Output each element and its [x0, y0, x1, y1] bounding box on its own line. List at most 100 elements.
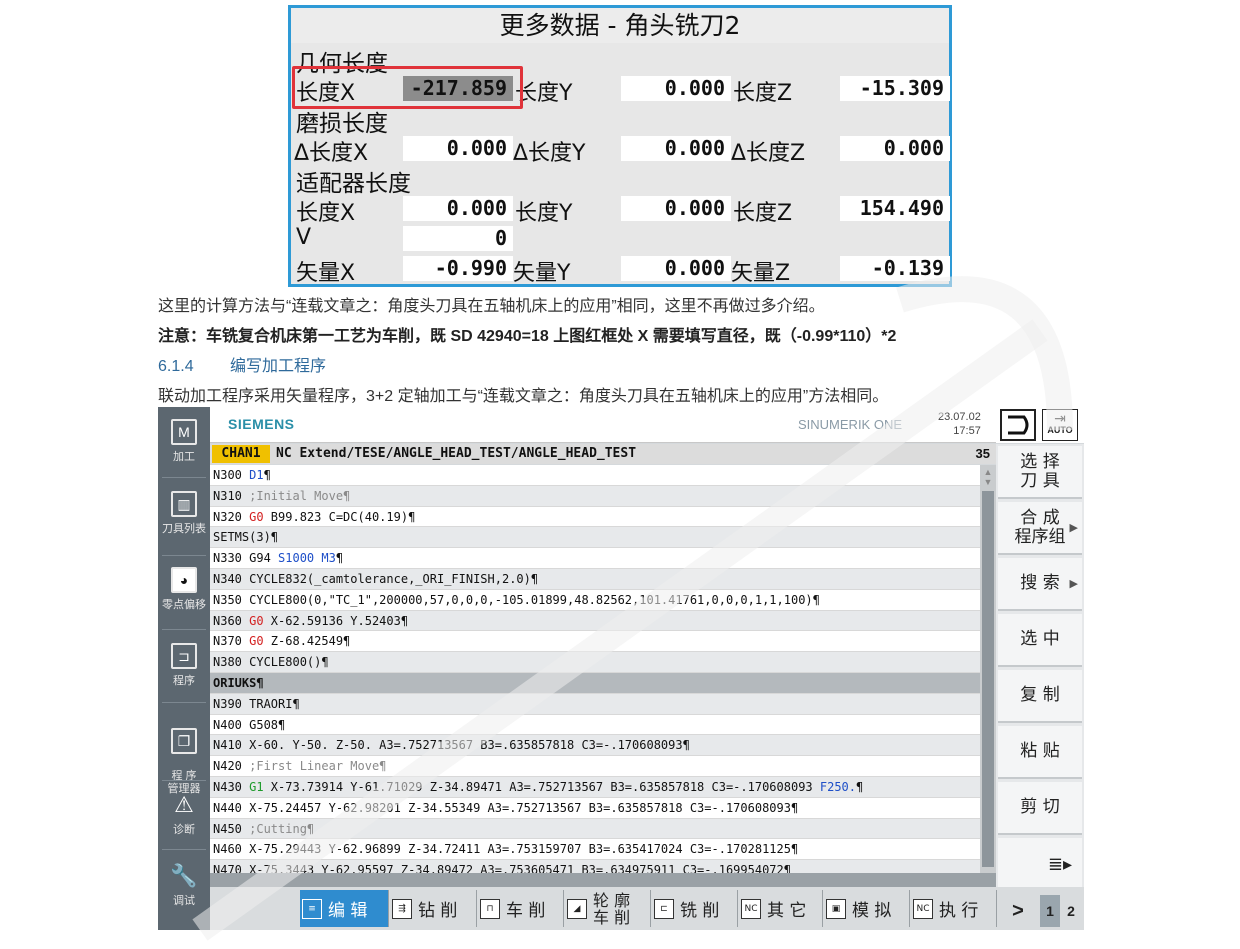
code-line[interactable]: N470 X-75.3443 Y-62.95597 Z-34.89472 A3=…	[210, 860, 980, 873]
adapter-row: 长度X 0.000 长度Y 0.000 长度Z 154.490	[291, 194, 950, 226]
softkey-turn[interactable]: ⊓ 车 削	[478, 890, 564, 927]
softkey-mark[interactable]: 选 中	[998, 614, 1082, 667]
code-token: N430	[213, 779, 250, 794]
code-line[interactable]: N360 G0 X-62.59136 Y.52403¶	[210, 610, 980, 632]
geometry-length-y-value[interactable]: 0.000	[621, 76, 731, 101]
nav-tool-list-label: 刀具列表	[162, 523, 206, 535]
code-token: N380 CYCLE800()¶	[213, 655, 329, 670]
nav-diagnostics[interactable]: ⚠ 诊断	[158, 792, 210, 837]
softkey-other[interactable]: NC 其 它	[739, 890, 823, 927]
softkey-execute-label: 执 行	[939, 901, 979, 921]
vector-x-label: 矢量X	[296, 261, 356, 286]
softkey-simulate[interactable]: ▣ 模 拟	[824, 890, 910, 927]
code-token: X-62.59136 Y.52403¶	[263, 613, 409, 628]
nav-machine-label: 加工	[173, 451, 195, 463]
more-softkeys-icon[interactable]: >	[1008, 895, 1028, 927]
paragraph-calc-method: 这里的计算方法与“连载文章之：角度头刀具在五轴机床上的应用”相同，这里不再做过多…	[158, 298, 825, 315]
softkey-select-tool[interactable]: 选 择 刀 具	[998, 446, 1082, 499]
softkey-more-icon[interactable]: ≣▸	[998, 838, 1082, 891]
code-token: ¶	[856, 779, 864, 794]
vertical-scrollbar[interactable]: ▲ ▼	[980, 465, 996, 873]
adapter-length-z-value[interactable]: 154.490	[840, 196, 950, 221]
left-nav: M 加工 ▥ 刀具列表 ◕ 零点偏移 ⊐ 程序 ❐ 程 序 管理器 ⚠ 诊断 🔧…	[158, 407, 210, 930]
softkey-drill[interactable]: ⇶ 钻 削	[390, 890, 477, 927]
work-offset-icon: ◕	[171, 567, 197, 593]
code-line[interactable]: N410 X-60. Y-50. Z-50. A3=.752713567 B3=…	[210, 735, 980, 757]
program-icon	[1008, 415, 1029, 435]
nav-machine[interactable]: M 加工	[158, 419, 210, 464]
code-line[interactable]: N380 CYCLE800()¶	[210, 652, 980, 673]
code-line[interactable]: N430 G1 X-73.73914 Y-61.71029 Z-34.89471…	[210, 776, 980, 798]
paragraph-note: 注意：车铣复合机床第一工艺为车削，既 SD 42940=18 上图红框处 X 需…	[158, 328, 897, 345]
softkey-cut[interactable]: 剪 切	[998, 782, 1082, 835]
code-token: N400 G508¶	[213, 717, 286, 732]
wear-length-z-value[interactable]: 0.000	[840, 136, 950, 161]
code-line[interactable]: N330 G94 S1000 M3¶	[210, 548, 980, 569]
product-name: SINUMERIK ONE	[798, 417, 903, 432]
code-line[interactable]: N440 X-75.24457 Y-62.98201 Z-34.55349 A3…	[210, 798, 980, 819]
vector-x-value[interactable]: -0.990	[403, 256, 513, 281]
softkey-search[interactable]: 搜 索 ▶	[998, 558, 1082, 611]
code-line[interactable]: ORIUKS¶	[210, 672, 980, 694]
geometry-length-z-value[interactable]: -15.309	[840, 76, 950, 101]
red-highlight-frame	[292, 66, 523, 109]
nav-commissioning[interactable]: 🔧 调试	[158, 863, 210, 908]
code-token: S1000	[278, 551, 315, 566]
code-line[interactable]: N320 G0 B99.823 C=DC(40.19)¶	[210, 507, 980, 528]
softkey-contour-turn-label: 轮 廓 车 削	[593, 890, 631, 927]
v-value[interactable]: 0	[403, 226, 513, 251]
code-line[interactable]: N350 CYCLE800(0,"TC_1",200000,57,0,0,0,-…	[210, 590, 980, 611]
softkey-mill[interactable]: ⊏ 铣 削	[652, 890, 738, 927]
vector-z-value[interactable]: -0.139	[840, 256, 950, 281]
nav-separator	[162, 702, 206, 703]
mode-arrow-icon: ⇥	[1054, 410, 1066, 426]
scroll-down-icon[interactable]: ▼	[982, 477, 994, 487]
program-view-button[interactable]	[1000, 409, 1036, 441]
nav-program[interactable]: ⊐ 程序	[158, 643, 210, 688]
page-1[interactable]: 1	[1040, 895, 1060, 927]
code-line[interactable]: N390 TRAORI¶	[210, 693, 980, 715]
code-line[interactable]: N300 D1¶	[210, 465, 980, 486]
diagnostics-icon: ⚠	[174, 792, 194, 817]
code-token: N350 CYCLE800(0,"TC_1",200000,57,0,0,0,-…	[213, 592, 820, 607]
adapter-length-x-value[interactable]: 0.000	[403, 196, 513, 221]
code-line[interactable]: N340 CYCLE832(_camtolerance,_ORI_FINISH,…	[210, 568, 980, 590]
mill-icon: ⊏	[654, 898, 674, 919]
code-line[interactable]: N310 ;Initial Move¶	[210, 485, 980, 507]
horizontal-scrollbar[interactable]	[210, 873, 996, 887]
softkey-build-program-group[interactable]: 合 成 程序组 ▶	[998, 502, 1082, 555]
adapter-length-y-value[interactable]: 0.000	[621, 196, 731, 221]
adapter-length-z-label: 长度Z	[733, 201, 793, 226]
wear-length-x-value[interactable]: 0.000	[403, 136, 513, 161]
vector-z-label: 矢量Z	[731, 261, 791, 286]
code-line[interactable]: N400 G508¶	[210, 715, 980, 736]
scroll-thumb[interactable]	[982, 491, 994, 867]
program-editor[interactable]: N300 D1¶ N310 ;Initial Move¶ N320 G0 B99.8…	[210, 465, 980, 873]
softkey-execute[interactable]: NC 执 行	[911, 890, 997, 927]
softkey-contour-turn[interactable]: ◢ 轮 廓 车 削	[565, 890, 651, 927]
code-line[interactable]: N450 ;Cutting¶	[210, 818, 980, 840]
wear-length-y-value[interactable]: 0.000	[621, 136, 731, 161]
softkey-cut-label: 剪 切	[1020, 797, 1060, 817]
tool-more-data-panel: 更多数据 - 角头铣刀2 几何长度 长度X -217.859 长度Y 0.000…	[288, 5, 952, 287]
code-line[interactable]: N420 ;First Linear Move¶	[210, 756, 980, 777]
wear-length-x-label: Δ长度X	[294, 141, 369, 166]
scroll-up-icon[interactable]: ▲	[982, 467, 994, 477]
softkey-mark-label: 选 中	[1020, 629, 1060, 649]
nav-work-offset[interactable]: ◕ 零点偏移	[158, 567, 210, 612]
nc-other-icon: NC	[741, 898, 761, 919]
page-2[interactable]: 2	[1061, 895, 1081, 927]
vector-y-value[interactable]: 0.000	[621, 256, 731, 281]
nav-tool-list[interactable]: ▥ 刀具列表	[158, 491, 210, 536]
nav-diagnostics-label: 诊断	[173, 824, 195, 836]
softkey-edit[interactable]: ≡ 编 辑	[300, 890, 389, 927]
softkey-copy[interactable]: 复 制	[998, 670, 1082, 723]
nav-separator	[162, 849, 206, 850]
auto-mode-button[interactable]: ⇥ AUTO	[1042, 409, 1078, 441]
softkey-mill-label: 铣 削	[680, 901, 720, 921]
code-token: ORIUKS¶	[213, 675, 264, 690]
code-line[interactable]: N460 X-75.29443 Y-62.96899 Z-34.72411 A3…	[210, 839, 980, 861]
code-line[interactable]: SETMS(3)¶	[210, 527, 980, 549]
softkey-paste[interactable]: 粘 贴	[998, 726, 1082, 779]
code-line[interactable]: N370 G0 Z-68.42549¶	[210, 631, 980, 653]
